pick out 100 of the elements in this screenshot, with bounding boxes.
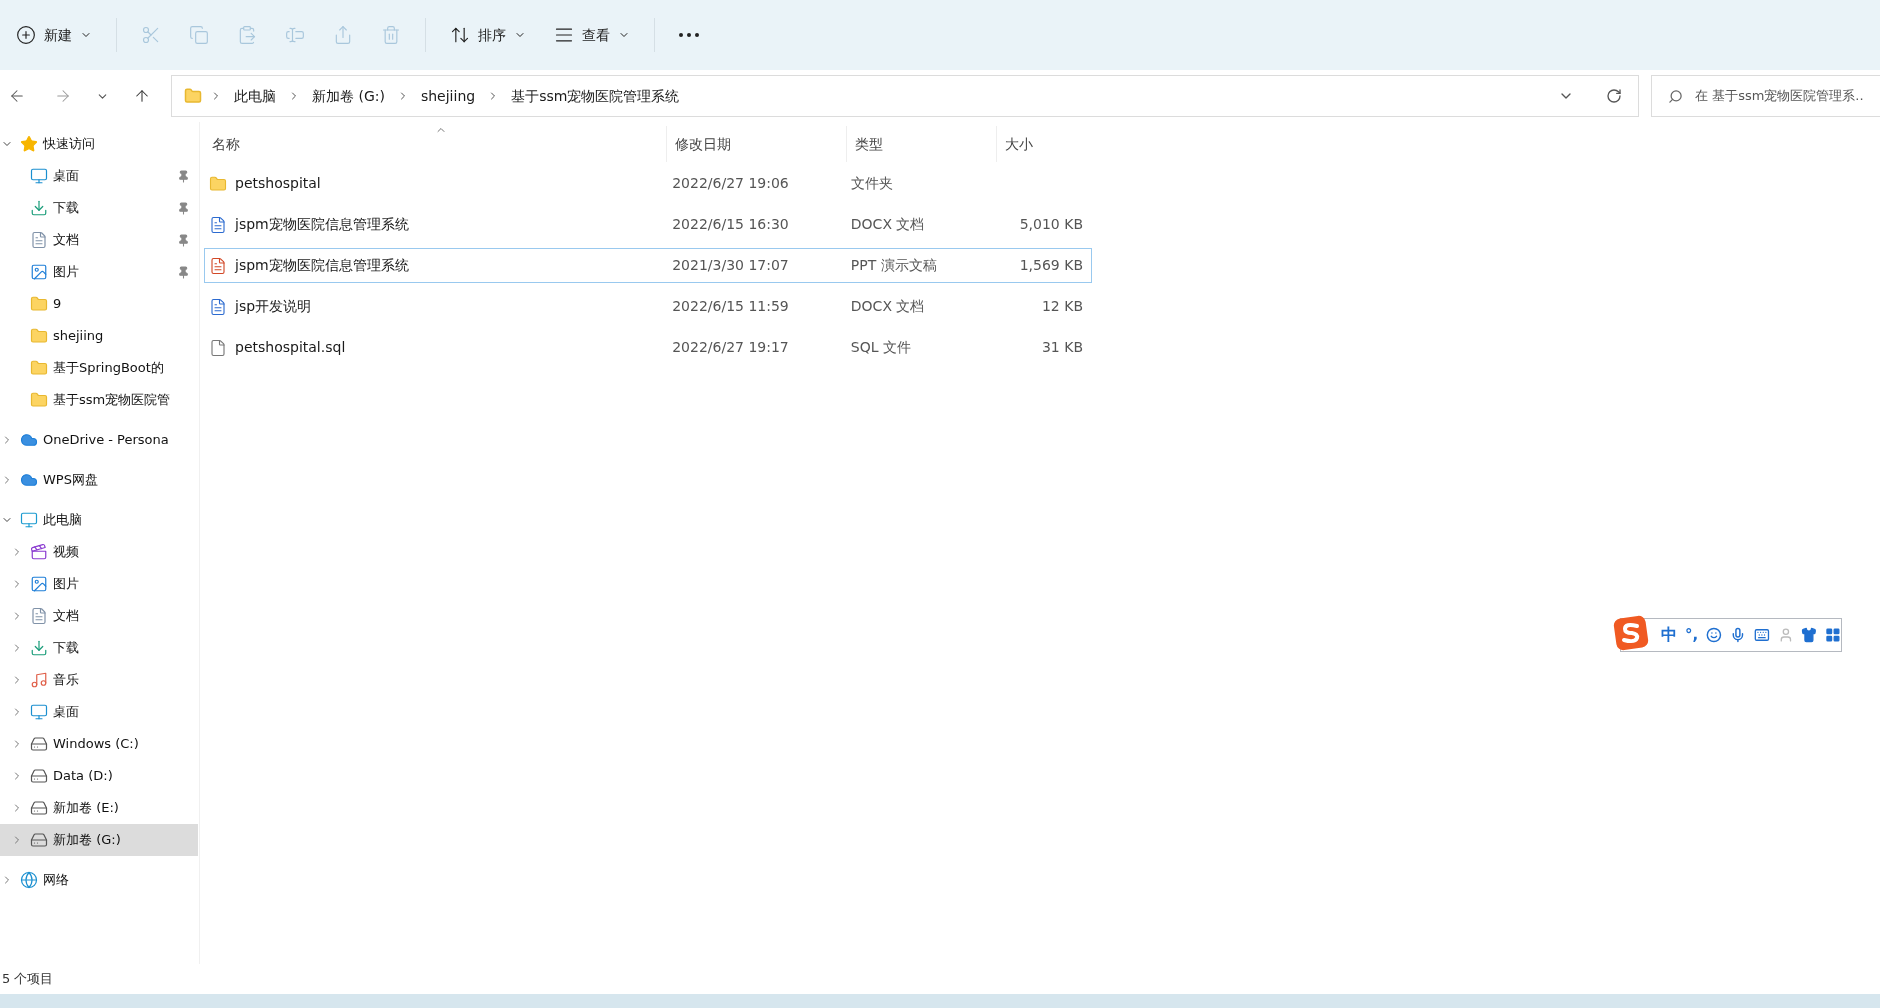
search-icon xyxy=(1668,88,1683,104)
item-label: 9 xyxy=(53,295,62,314)
forward-icon[interactable] xyxy=(54,87,72,105)
folder-icon xyxy=(30,391,48,409)
file-type: DOCX 文档 xyxy=(850,216,925,232)
view-button[interactable]: 查看 xyxy=(542,15,642,55)
folder-icon xyxy=(184,87,202,105)
sort-button[interactable]: 排序 xyxy=(438,15,538,55)
picture-icon xyxy=(30,575,48,593)
download-icon xyxy=(30,199,48,217)
sidebar-item[interactable]: 下载 xyxy=(0,192,198,224)
sidebar-item[interactable]: 网络 xyxy=(0,864,198,896)
drive-icon xyxy=(30,767,48,785)
sidebar-item[interactable]: 新加卷 (E:) xyxy=(0,792,198,824)
breadcrumb[interactable]: 基于ssm宠物医院管理系统 xyxy=(507,85,684,107)
computer-icon xyxy=(20,511,38,529)
file-size: 31 KB xyxy=(1041,338,1083,357)
modified-date: 2022/6/27 19:06 xyxy=(672,175,789,191)
video-icon xyxy=(30,543,48,561)
item-label: 文档 xyxy=(53,607,79,626)
sidebar-item[interactable]: 文档 xyxy=(0,224,198,256)
sidebar-item[interactable]: 桌面 xyxy=(0,696,198,728)
cloud-icon xyxy=(20,471,38,489)
folder-icon xyxy=(30,327,48,345)
file-row[interactable]: jspm宠物医院信息管理系统 2022/6/15 16:30 DOCX 文档 5,010 KB xyxy=(204,207,1092,242)
sidebar-item[interactable]: 此电脑 xyxy=(0,504,198,536)
drive-icon xyxy=(30,799,48,817)
file-name: jsp开发说明 xyxy=(235,297,312,316)
file-row[interactable]: jspm宠物医院信息管理系统 2021/3/30 17:07 PPT 演示文稿 1,569 KB xyxy=(204,248,1092,283)
column-header[interactable]: 修改日期 xyxy=(667,126,847,162)
sidebar-item[interactable]: OneDrive - Persona xyxy=(0,424,198,456)
grid-icon[interactable] xyxy=(1825,626,1841,644)
sidebar-item[interactable]: 基于ssm宠物医院管 xyxy=(0,384,198,416)
desktop-icon xyxy=(30,167,48,185)
sidebar-item[interactable]: WPS网盘 xyxy=(0,464,198,496)
sidebar-item[interactable]: 视频 xyxy=(0,536,198,568)
sidebar-item[interactable]: 图片 xyxy=(0,568,198,600)
column-header[interactable]: 名称 xyxy=(204,126,667,162)
item-label: 下载 xyxy=(53,639,79,658)
file-type: DOCX 文档 xyxy=(850,298,925,314)
sidebar-item[interactable]: Windows (C:) xyxy=(0,728,198,760)
refresh-icon[interactable] xyxy=(1606,88,1622,104)
modified-date: 2022/6/27 19:17 xyxy=(672,339,789,355)
breadcrumb[interactable]: shejiing xyxy=(416,85,480,107)
item-label: 图片 xyxy=(53,263,79,282)
file-size: 1,569 KB xyxy=(1019,256,1083,275)
item-count: 5 个项目 xyxy=(2,970,54,989)
new-button[interactable]: 新建 xyxy=(4,15,104,55)
folder-icon xyxy=(30,359,48,377)
punctuation-mode[interactable]: °, xyxy=(1685,623,1699,647)
item-label: WPS网盘 xyxy=(43,471,98,490)
item-label: Data (D:) xyxy=(53,767,113,786)
microphone-icon[interactable] xyxy=(1730,626,1746,644)
file-row[interactable]: petshospital 2022/6/27 19:06 文件夹 xyxy=(204,166,1092,201)
item-label: OneDrive - Persona xyxy=(43,431,169,450)
file-type: PPT 演示文稿 xyxy=(850,257,937,273)
file-row[interactable]: petshospital.sql 2022/6/27 19:17 SQL 文件 31 KB xyxy=(204,330,1092,365)
sidebar-item[interactable]: 基于SpringBoot的 xyxy=(0,352,198,384)
sidebar-item[interactable]: 图片 xyxy=(0,256,198,288)
file-row[interactable]: jsp开发说明 2022/6/15 11:59 DOCX 文档 12 KB xyxy=(204,289,1092,324)
search-input[interactable]: 在 基于ssm宠物医院管理系.. xyxy=(1695,86,1880,106)
item-label: 基于ssm宠物医院管 xyxy=(53,391,171,410)
search-field[interactable]: 在 基于ssm宠物医院管理系.. xyxy=(1651,75,1880,117)
file-name: petshospital xyxy=(235,174,321,193)
sidebar-item[interactable]: 文档 xyxy=(0,600,198,632)
breadcrumb[interactable]: 新加卷 (G:) xyxy=(308,85,389,107)
column-header[interactable]: 大小 xyxy=(997,126,1097,162)
breadcrumb[interactable]: 此电脑 xyxy=(230,85,280,107)
desktop-icon xyxy=(30,703,48,721)
item-label: 桌面 xyxy=(53,167,79,186)
folder-icon xyxy=(209,174,227,193)
input-mode[interactable]: 中 xyxy=(1661,623,1677,647)
sidebar-item[interactable]: 下载 xyxy=(0,632,198,664)
file-icon xyxy=(209,338,227,357)
sidebar-item[interactable]: shejiing xyxy=(0,320,198,352)
item-label: 基于SpringBoot的 xyxy=(53,359,164,378)
item-label: 新加卷 (G:) xyxy=(53,831,121,850)
sidebar-item[interactable]: 新加卷 (G:) xyxy=(0,824,198,856)
cloud-icon xyxy=(20,431,38,449)
keyboard-icon[interactable] xyxy=(1753,626,1770,644)
sidebar-item[interactable]: 桌面 xyxy=(0,160,198,192)
star-icon xyxy=(20,135,38,153)
back-icon[interactable] xyxy=(8,87,26,105)
sidebar-item[interactable]: 9 xyxy=(0,288,198,320)
modified-date: 2022/6/15 11:59 xyxy=(672,298,789,314)
up-icon[interactable] xyxy=(133,87,151,105)
network-icon xyxy=(20,871,38,889)
item-label: 图片 xyxy=(53,575,79,594)
smile-icon[interactable] xyxy=(1706,626,1722,644)
column-header[interactable]: 类型 xyxy=(847,126,997,162)
shirt-icon[interactable] xyxy=(1801,626,1818,644)
item-label: 下载 xyxy=(53,199,79,218)
sidebar-item[interactable]: 快速访问 xyxy=(0,128,198,160)
file-name: jspm宠物医院信息管理系统 xyxy=(235,215,409,234)
file-size: 12 KB xyxy=(1041,297,1083,316)
sidebar-item[interactable]: Data (D:) xyxy=(0,760,198,792)
item-label: 快速访问 xyxy=(43,135,95,154)
sidebar-item[interactable]: 音乐 xyxy=(0,664,198,696)
address-bar[interactable]: 此电脑 新加卷 (G:) shejiing 基于ssm宠物医院管理系统 xyxy=(171,75,1639,117)
modified-date: 2022/6/15 16:30 xyxy=(672,216,789,232)
